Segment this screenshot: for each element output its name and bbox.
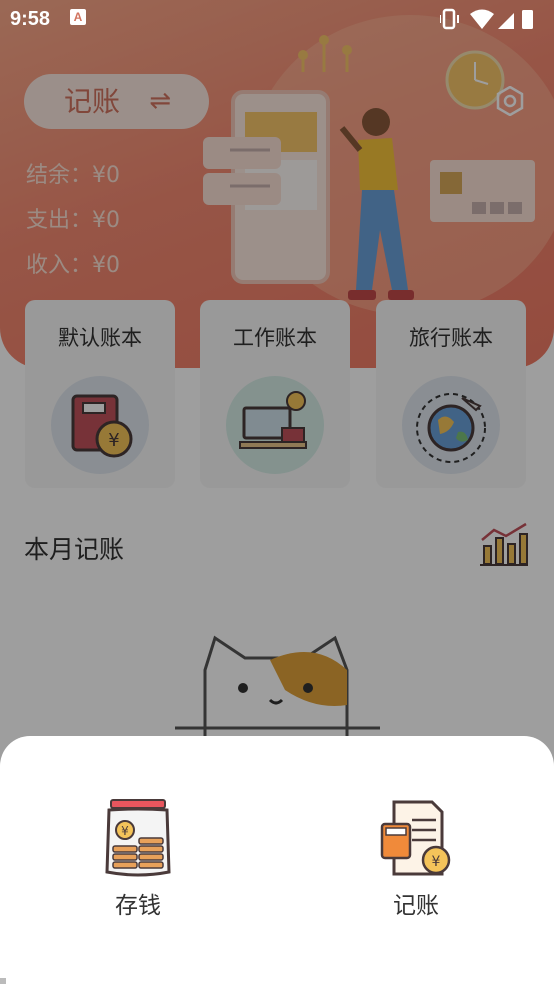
- bookkeeping-option[interactable]: ¥ 记账: [346, 798, 486, 928]
- save-money-label: 存钱: [115, 893, 161, 919]
- calculator-document-icon: ¥: [380, 800, 451, 876]
- svg-text:¥: ¥: [121, 824, 129, 838]
- status-bar: 9:58 A: [0, 0, 554, 38]
- bottom-sheet: ¥ 存钱 ¥ 记账: [0, 736, 554, 984]
- bookkeeping-label: 记账: [393, 893, 439, 919]
- status-time: 9:58: [10, 8, 51, 30]
- nav-corner-mark: [0, 978, 6, 984]
- wifi-icon: [470, 9, 494, 29]
- battery-icon: [522, 10, 533, 29]
- status-icons: [439, 7, 540, 37]
- save-money-option[interactable]: ¥ 存钱: [68, 798, 208, 928]
- notification-icon: A: [70, 9, 86, 25]
- vibrate-icon: [439, 8, 459, 30]
- coin-jar-icon: ¥: [105, 799, 171, 877]
- signal-icon: [498, 13, 514, 29]
- svg-text:¥: ¥: [432, 854, 441, 870]
